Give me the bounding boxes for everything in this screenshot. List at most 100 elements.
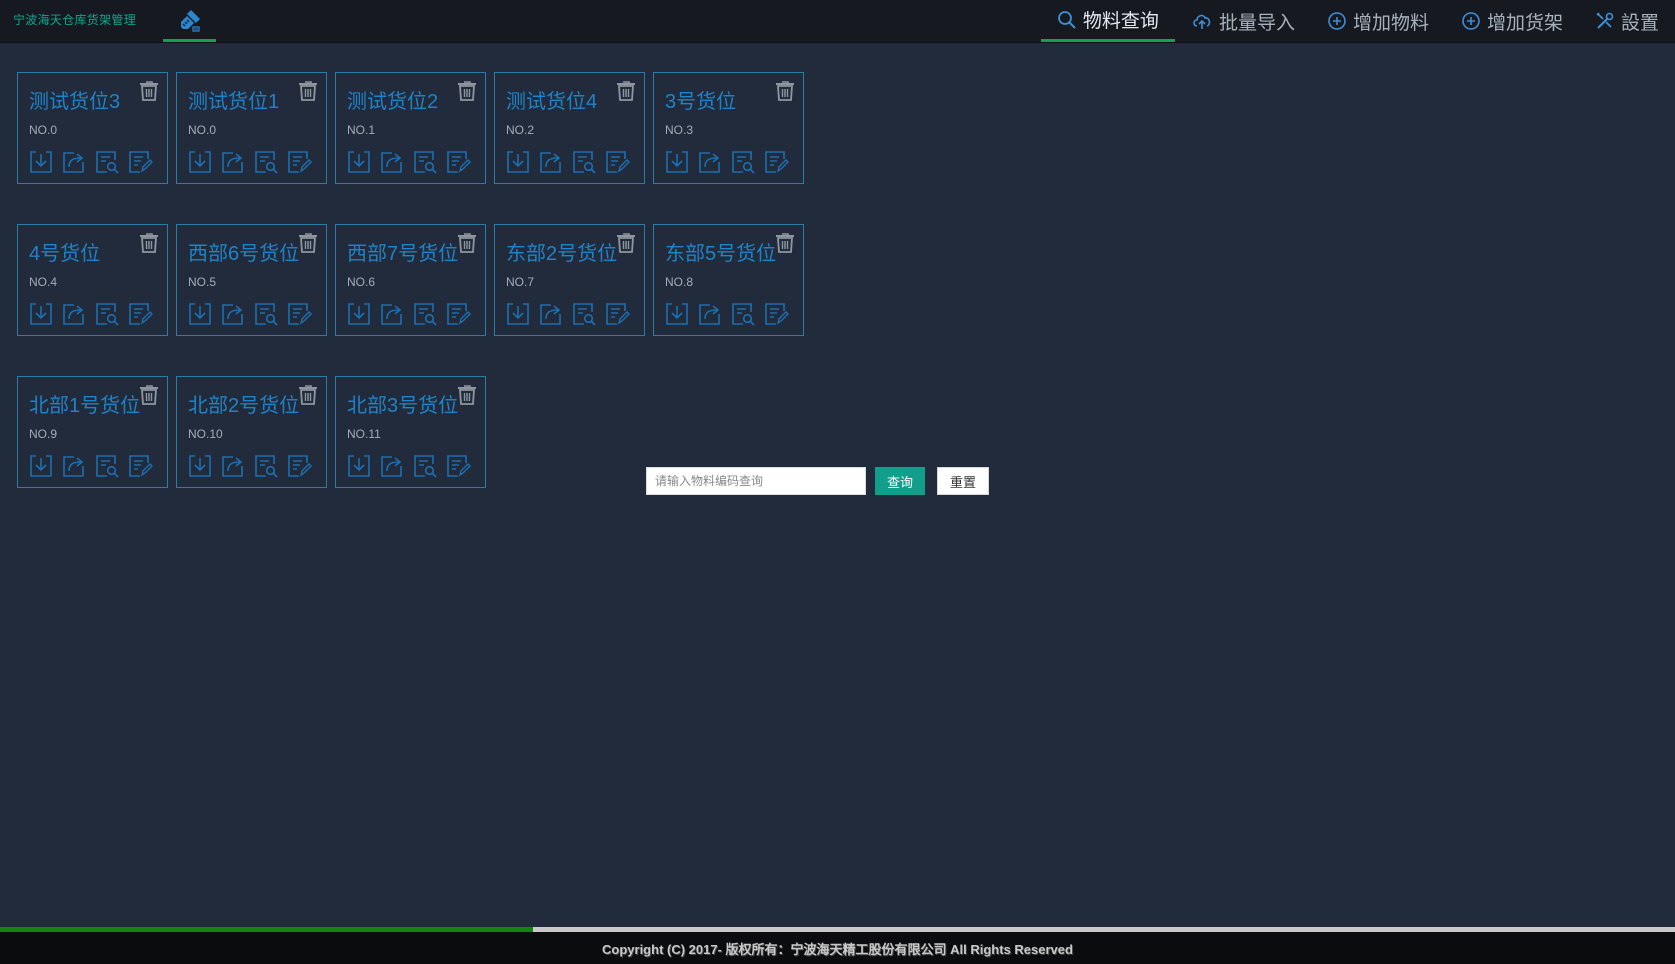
- stock-in-button[interactable]: [505, 149, 531, 175]
- edit-button[interactable]: [604, 149, 630, 175]
- view-detail-button[interactable]: [94, 149, 120, 175]
- edit-button[interactable]: [445, 301, 471, 327]
- nav-label: 批量导入: [1218, 12, 1295, 34]
- stock-out-icon: [61, 453, 87, 479]
- edit-button[interactable]: [286, 453, 312, 479]
- view-detail-button[interactable]: [412, 149, 438, 175]
- shelf-title: 西部7号货位: [347, 243, 459, 265]
- material-code-search-input[interactable]: [646, 467, 866, 495]
- stock-out-button[interactable]: [379, 301, 405, 327]
- stock-in-button[interactable]: [28, 453, 54, 479]
- stock-in-button[interactable]: [664, 149, 690, 175]
- edit-button[interactable]: [286, 149, 312, 175]
- stock-out-button[interactable]: [379, 453, 405, 479]
- nav-query[interactable]: 物料查询: [1040, 0, 1175, 42]
- delete-shelf-button[interactable]: [775, 232, 795, 259]
- stock-out-button[interactable]: [379, 149, 405, 175]
- stock-out-icon: [538, 149, 564, 175]
- delete-shelf-button[interactable]: [139, 384, 159, 411]
- nav-import[interactable]: 批量导入: [1175, 0, 1311, 42]
- plus-circle-icon: [1461, 11, 1481, 31]
- stock-in-button[interactable]: [187, 453, 213, 479]
- stock-out-button[interactable]: [61, 453, 87, 479]
- stock-out-button[interactable]: [220, 149, 246, 175]
- delete-shelf-button[interactable]: [775, 80, 795, 107]
- view-detail-button[interactable]: [253, 149, 279, 175]
- view-detail-button[interactable]: [94, 301, 120, 327]
- stock-in-button[interactable]: [187, 301, 213, 327]
- edit-icon: [445, 149, 471, 175]
- delete-shelf-button[interactable]: [616, 80, 636, 107]
- view-detail-icon: [94, 453, 120, 479]
- nav-label: 物料查询: [1082, 11, 1159, 32]
- stock-out-icon: [697, 301, 723, 327]
- clean-brush-button[interactable]: [163, 0, 216, 42]
- edit-button[interactable]: [127, 453, 153, 479]
- plus-circle-icon: [1327, 11, 1347, 31]
- trash-icon: [775, 233, 795, 258]
- edit-button[interactable]: [763, 149, 789, 175]
- stock-out-button[interactable]: [538, 301, 564, 327]
- stock-out-button[interactable]: [538, 149, 564, 175]
- shelf-actions: [187, 149, 312, 175]
- view-detail-button[interactable]: [730, 301, 756, 327]
- view-detail-button[interactable]: [412, 301, 438, 327]
- delete-shelf-button[interactable]: [457, 80, 477, 107]
- stock-in-button[interactable]: [664, 301, 690, 327]
- shelf-card: 东部5号货位 NO.8: [653, 224, 804, 336]
- stock-in-button[interactable]: [346, 149, 372, 175]
- delete-shelf-button[interactable]: [139, 232, 159, 259]
- reset-button[interactable]: 重置: [937, 467, 989, 495]
- edit-button[interactable]: [127, 149, 153, 175]
- stock-in-button[interactable]: [28, 149, 54, 175]
- edit-button[interactable]: [127, 301, 153, 327]
- view-detail-button[interactable]: [571, 149, 597, 175]
- edit-button[interactable]: [445, 149, 471, 175]
- stock-out-button[interactable]: [697, 149, 723, 175]
- view-detail-button[interactable]: [571, 301, 597, 327]
- delete-shelf-button[interactable]: [298, 232, 318, 259]
- stock-out-button[interactable]: [697, 301, 723, 327]
- stock-out-icon: [61, 301, 87, 327]
- stock-out-button[interactable]: [220, 453, 246, 479]
- view-detail-button[interactable]: [94, 453, 120, 479]
- nav-add-shelf[interactable]: 增加货架: [1445, 0, 1579, 42]
- edit-button[interactable]: [604, 301, 630, 327]
- shelf-actions: [505, 149, 630, 175]
- stock-in-icon: [505, 149, 531, 175]
- delete-shelf-button[interactable]: [457, 232, 477, 259]
- stock-in-icon: [346, 149, 372, 175]
- delete-shelf-button[interactable]: [298, 384, 318, 411]
- stock-out-button[interactable]: [61, 301, 87, 327]
- delete-shelf-button[interactable]: [139, 80, 159, 107]
- shelf-title: 西部6号货位: [188, 243, 300, 265]
- stock-in-button[interactable]: [187, 149, 213, 175]
- shelf-actions: [187, 453, 312, 479]
- delete-shelf-button[interactable]: [298, 80, 318, 107]
- trash-icon: [775, 81, 795, 106]
- edit-button[interactable]: [286, 301, 312, 327]
- edit-button[interactable]: [445, 453, 471, 479]
- stock-in-button[interactable]: [28, 301, 54, 327]
- stock-in-button[interactable]: [346, 301, 372, 327]
- edit-button[interactable]: [763, 301, 789, 327]
- trash-icon: [457, 385, 477, 410]
- query-button[interactable]: 查询: [875, 467, 925, 495]
- shelf-number: NO.8: [665, 275, 694, 289]
- shelf-card: 西部6号货位 NO.5: [176, 224, 327, 336]
- delete-shelf-button[interactable]: [457, 384, 477, 411]
- stock-out-button[interactable]: [61, 149, 87, 175]
- stock-in-button[interactable]: [346, 453, 372, 479]
- stock-in-button[interactable]: [505, 301, 531, 327]
- stock-in-icon: [28, 453, 54, 479]
- shelf-actions: [28, 149, 153, 175]
- stock-out-button[interactable]: [220, 301, 246, 327]
- view-detail-button[interactable]: [730, 149, 756, 175]
- view-detail-button[interactable]: [412, 453, 438, 479]
- view-detail-button[interactable]: [253, 301, 279, 327]
- shelf-number: NO.10: [188, 427, 223, 441]
- nav-add-material[interactable]: 增加物料: [1311, 0, 1445, 42]
- nav-settings[interactable]: 設置: [1579, 0, 1675, 42]
- delete-shelf-button[interactable]: [616, 232, 636, 259]
- view-detail-button[interactable]: [253, 453, 279, 479]
